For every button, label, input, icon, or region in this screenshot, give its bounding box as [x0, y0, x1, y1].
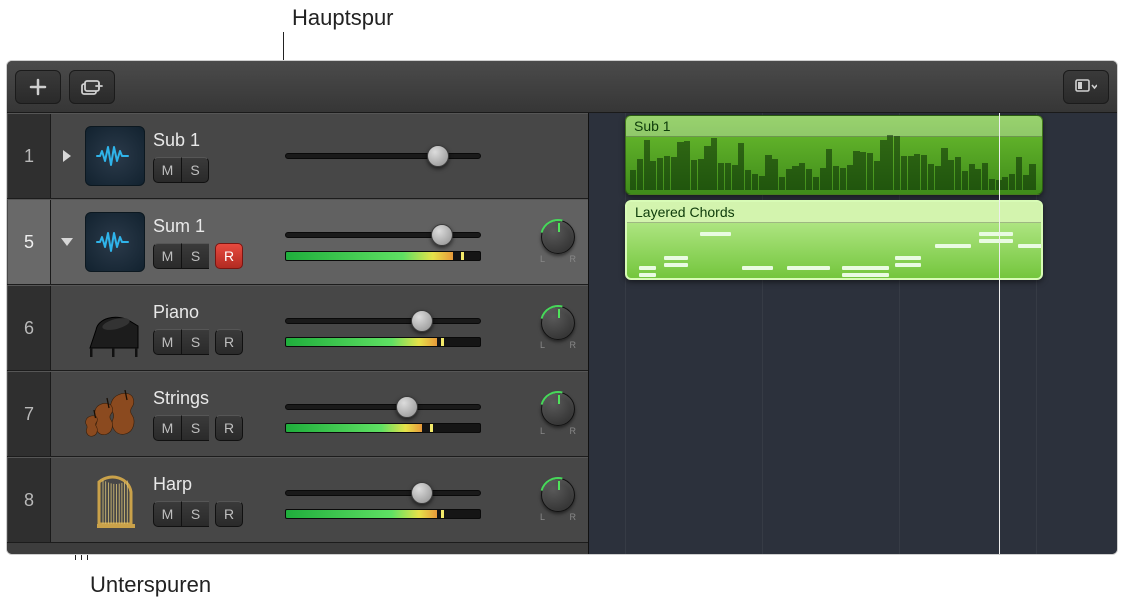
waveform-preview	[630, 138, 1038, 190]
mute-button[interactable]: M	[153, 329, 181, 355]
track-number: 5	[7, 200, 51, 284]
header-layout-button[interactable]	[1063, 70, 1109, 104]
mute-button[interactable]: M	[153, 501, 181, 527]
pan-l-label: L	[540, 426, 545, 436]
pan-r-label: R	[570, 512, 577, 522]
track-name-column: Sum 1 MSR	[153, 216, 277, 269]
strings-instrument-icon[interactable]	[85, 384, 145, 444]
mute-button[interactable]: M	[153, 415, 181, 441]
track-buttons: MSR	[153, 243, 277, 269]
volume-fader[interactable]	[285, 144, 481, 168]
track-number: 8	[7, 458, 51, 542]
track-list: 1 Sub 1MS5 Sum 1MSRLR6 PianoMSRLR7 Strin…	[7, 113, 589, 554]
pan-r-label: R	[570, 254, 577, 264]
track-row[interactable]: 5 Sum 1MSRLR	[7, 199, 588, 285]
track-number: 1	[7, 114, 51, 198]
level-meter	[285, 337, 481, 347]
mute-button[interactable]: M	[153, 243, 181, 269]
record-enable-button[interactable]: R	[215, 329, 243, 355]
track-name-label[interactable]: Harp	[153, 474, 277, 495]
fader-column	[285, 223, 530, 261]
pan-l-label: L	[540, 512, 545, 522]
pan-knob[interactable]: LR	[538, 478, 578, 522]
triangle-down-icon[interactable]	[57, 232, 77, 252]
level-meter	[285, 251, 481, 261]
track-name-column: Sub 1 MS	[153, 130, 277, 183]
piano-instrument-icon[interactable]	[85, 298, 145, 358]
layout-dropdown-icon	[1075, 79, 1097, 95]
level-meter	[285, 509, 481, 519]
mute-button[interactable]: M	[153, 157, 181, 183]
track-number: 7	[7, 372, 51, 456]
track-name-label[interactable]: Strings	[153, 388, 277, 409]
track-header[interactable]: Sub 1 MS	[51, 114, 588, 198]
region[interactable]: Layered Chords	[625, 200, 1043, 280]
pan-knob[interactable]: LR	[538, 220, 578, 264]
volume-fader[interactable]	[285, 223, 481, 247]
volume-fader[interactable]	[285, 481, 481, 505]
add-track-button[interactable]	[15, 70, 61, 104]
track-buttons: MSR	[153, 501, 277, 527]
harp-instrument-icon[interactable]	[85, 470, 145, 530]
pan-knob[interactable]: LR	[538, 306, 578, 350]
pan-l-label: L	[540, 254, 545, 264]
timeline[interactable]: 123456 Sub 1Layered Chords	[589, 113, 1117, 554]
add-track-stack-icon	[80, 78, 104, 96]
track-header[interactable]: PianoMSRLR	[51, 286, 588, 370]
record-enable-button[interactable]: R	[215, 415, 243, 441]
track-header[interactable]: Sum 1MSRLR	[51, 200, 588, 284]
volume-fader[interactable]	[285, 395, 481, 419]
pan-r-label: R	[570, 340, 577, 350]
arrangement-area[interactable]: Sub 1 Layered Chords	[589, 113, 1117, 554]
playhead-line	[999, 113, 1000, 554]
track-toolbar	[7, 61, 1117, 113]
callout-unterspuren: Unterspuren	[90, 572, 211, 598]
fader-column	[285, 481, 530, 519]
track-name-label[interactable]: Sum 1	[153, 216, 277, 237]
triangle-right-icon[interactable]	[57, 146, 77, 166]
solo-button[interactable]: S	[181, 243, 209, 269]
solo-button[interactable]: S	[181, 415, 209, 441]
track-name-column: Harp MSR	[153, 474, 277, 527]
plus-icon	[29, 78, 47, 96]
volume-fader[interactable]	[285, 309, 481, 333]
region-name: Sub 1	[626, 116, 1042, 137]
fader-column	[285, 144, 578, 168]
track-row[interactable]: 1 Sub 1 MS	[7, 113, 588, 199]
record-enable-button[interactable]: R	[215, 243, 243, 269]
duplicate-track-button[interactable]	[69, 70, 115, 104]
pan-r-label: R	[570, 426, 577, 436]
level-meter	[285, 423, 481, 433]
track-row[interactable]: 7 StringsMSRLR	[7, 371, 588, 457]
region-name: Layered Chords	[627, 202, 1041, 223]
pan-knob[interactable]: LR	[538, 392, 578, 436]
midi-preview	[631, 226, 1037, 274]
pan-l-label: L	[540, 340, 545, 350]
fader-column	[285, 309, 530, 347]
daw-window: 1 Sub 1MS5 Sum 1MSRLR6 PianoMSRLR7 Strin…	[6, 60, 1118, 555]
audio-instrument-icon[interactable]	[85, 126, 145, 186]
track-buttons: MS	[153, 157, 277, 183]
track-row[interactable]: 6 PianoMSRLR	[7, 285, 588, 371]
audio-instrument-icon[interactable]	[85, 212, 145, 272]
track-buttons: MSR	[153, 329, 277, 355]
track-name-label[interactable]: Sub 1	[153, 130, 277, 151]
track-buttons: MSR	[153, 415, 277, 441]
callout-hauptspur: Hauptspur	[292, 5, 394, 31]
solo-button[interactable]: S	[181, 157, 209, 183]
record-enable-button[interactable]: R	[215, 501, 243, 527]
solo-button[interactable]: S	[181, 501, 209, 527]
track-header[interactable]: StringsMSRLR	[51, 372, 588, 456]
track-number: 6	[7, 286, 51, 370]
solo-button[interactable]: S	[181, 329, 209, 355]
track-name-label[interactable]: Piano	[153, 302, 277, 323]
track-row[interactable]: 8 HarpMSRLR	[7, 457, 588, 543]
fader-column	[285, 395, 530, 433]
region[interactable]: Sub 1	[625, 115, 1043, 195]
track-header[interactable]: HarpMSRLR	[51, 458, 588, 542]
track-name-column: Piano MSR	[153, 302, 277, 355]
track-name-column: Strings MSR	[153, 388, 277, 441]
